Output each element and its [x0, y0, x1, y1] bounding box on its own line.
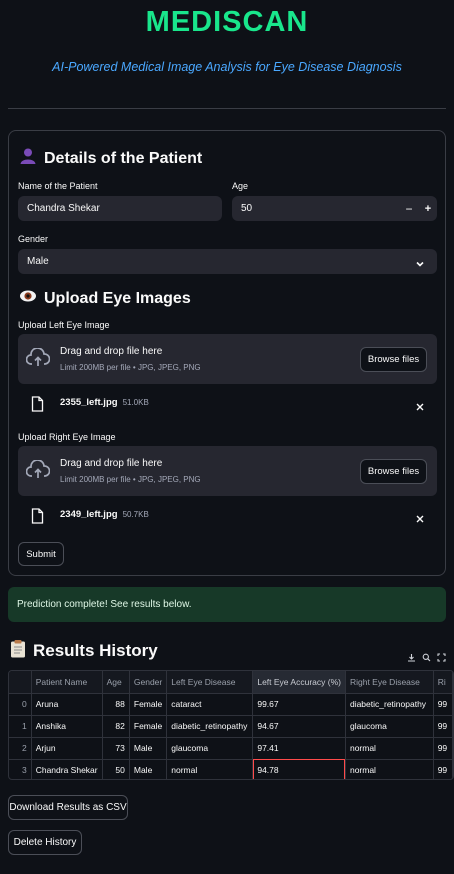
patient-details-title: Details of the Patient: [44, 149, 203, 167]
submit-button[interactable]: Submit: [18, 542, 64, 566]
column-header-index[interactable]: [9, 671, 32, 694]
table-cell[interactable]: 73: [102, 737, 130, 760]
patient-details-heading: Details of the Patient: [19, 147, 202, 170]
age-decrement-button[interactable]: −: [399, 196, 419, 221]
table-cell[interactable]: 99.67: [252, 693, 346, 716]
age-label: Age: [232, 181, 249, 191]
table-cell[interactable]: 97.41: [252, 737, 346, 760]
remove-left-file-icon[interactable]: [415, 399, 425, 417]
divider: [8, 108, 446, 109]
app-title: MEDISCAN: [145, 6, 309, 38]
left-eye-dropzone[interactable]: Drag and drop file here Limit 200MB per …: [18, 334, 437, 384]
table-cell[interactable]: normal: [345, 737, 434, 760]
left-limit-text: Limit 200MB per file • JPG, JPEG, PNG: [60, 363, 201, 372]
age-value: 50: [241, 203, 253, 214]
table-cell[interactable]: 99: [433, 693, 453, 716]
results-title: Results History: [33, 641, 158, 660]
right-eye-dropzone[interactable]: Drag and drop file here Limit 200MB per …: [18, 446, 437, 496]
person-icon: [19, 147, 37, 170]
column-header-right-eye-disease[interactable]: Right Eye Disease: [345, 671, 434, 694]
table-cell-selected[interactable]: 94.78: [252, 759, 346, 779]
table-cell[interactable]: glaucoma: [345, 715, 434, 738]
table-cell[interactable]: 2: [9, 737, 32, 760]
table-cell[interactable]: 99: [433, 759, 453, 779]
column-header-left-eye-disease[interactable]: Left Eye Disease: [166, 671, 254, 694]
right-eye-upload-label: Upload Right Eye Image: [18, 432, 116, 442]
right-browse-files-button[interactable]: Browse files: [360, 459, 427, 484]
table-cell[interactable]: 3: [9, 759, 32, 779]
name-label: Name of the Patient: [18, 181, 98, 191]
clipboard-icon: [10, 639, 26, 663]
table-cell[interactable]: Female: [129, 715, 168, 738]
app-subtitle: AI-Powered Medical Image Analysis for Ey…: [52, 60, 402, 74]
table-cell[interactable]: Male: [129, 737, 168, 760]
upload-title: Upload Eye Images: [44, 289, 191, 307]
table-cell[interactable]: Male: [129, 759, 168, 779]
table-cell[interactable]: Arjun: [31, 737, 103, 760]
table-cell[interactable]: 88: [102, 693, 130, 716]
name-input[interactable]: Chandra Shekar: [18, 196, 222, 221]
right-limit-text: Limit 200MB per file • JPG, JPEG, PNG: [60, 475, 201, 484]
table-cell[interactable]: 50: [102, 759, 130, 779]
right-uploaded-file: 2349_left.jpg 50.7KB: [60, 509, 149, 520]
chevron-down-icon: [415, 256, 425, 274]
table-cell[interactable]: Anshika: [31, 715, 103, 738]
results-heading: Results History: [10, 639, 158, 663]
table-row: 3 Chandra Shekar 50 Male normal 94.78 no…: [9, 759, 453, 779]
table-cell[interactable]: normal: [345, 759, 434, 779]
table-cell[interactable]: Chandra Shekar: [31, 759, 103, 779]
table-row: 0 Aruna 88 Female cataract 99.67 diabeti…: [9, 693, 453, 716]
left-drag-text: Drag and drop file here: [60, 346, 163, 357]
download-icon[interactable]: [407, 649, 416, 667]
upload-heading: Upload Eye Images: [19, 289, 191, 308]
table-cell[interactable]: Aruna: [31, 693, 103, 716]
column-header-left-eye-accuracy[interactable]: Left Eye Accuracy (%): [252, 671, 346, 694]
gender-label: Gender: [18, 234, 49, 244]
file-icon: [31, 396, 44, 417]
right-file-size: 50.7KB: [122, 510, 149, 519]
right-file-name: 2349_left.jpg: [60, 509, 118, 520]
file-icon: [31, 508, 44, 529]
table-cell[interactable]: Female: [129, 693, 168, 716]
left-eye-upload-label: Upload Left Eye Image: [18, 320, 110, 330]
column-header-patient-name[interactable]: Patient Name: [31, 671, 103, 694]
table-cell[interactable]: glaucoma: [166, 737, 254, 760]
table-cell[interactable]: 99: [433, 737, 453, 760]
left-file-name: 2355_left.jpg: [60, 397, 118, 408]
table-row: 2 Arjun 73 Male glaucoma 97.41 normal 99: [9, 737, 453, 760]
gender-value: Male: [27, 256, 49, 267]
fullscreen-icon[interactable]: [437, 649, 446, 667]
column-header-gender[interactable]: Gender: [129, 671, 168, 694]
table-row: 1 Anshika 82 Female diabetic_retinopathy…: [9, 715, 453, 738]
right-drag-text: Drag and drop file here: [60, 458, 163, 469]
table-toolbar: [400, 650, 448, 666]
download-csv-button[interactable]: Download Results as CSV: [8, 795, 128, 820]
column-header-right-eye-accuracy[interactable]: Ri: [433, 671, 453, 694]
cloud-upload-icon: [25, 459, 51, 485]
cloud-upload-icon: [25, 347, 51, 373]
table-cell[interactable]: 94.67: [252, 715, 346, 738]
patient-form: Details of the Patient Name of the Patie…: [8, 130, 446, 576]
age-increment-button[interactable]: +: [419, 196, 437, 221]
column-header-age[interactable]: Age: [102, 671, 130, 694]
left-file-size: 51.0KB: [122, 398, 149, 407]
eye-icon: [19, 289, 37, 308]
table-cell[interactable]: normal: [166, 759, 254, 779]
table-cell[interactable]: 0: [9, 693, 32, 716]
remove-right-file-icon[interactable]: [415, 511, 425, 529]
left-uploaded-file: 2355_left.jpg 51.0KB: [60, 397, 149, 408]
gender-select[interactable]: Male: [18, 249, 437, 274]
table-cell[interactable]: diabetic_retinopathy: [345, 693, 434, 716]
delete-history-button[interactable]: Delete History: [8, 830, 82, 855]
results-table[interactable]: Patient Name Age Gender Left Eye Disease…: [8, 670, 454, 780]
table-cell[interactable]: diabetic_retinopathy: [166, 715, 254, 738]
left-browse-files-button[interactable]: Browse files: [360, 347, 427, 372]
table-cell[interactable]: 1: [9, 715, 32, 738]
table-cell[interactable]: cataract: [166, 693, 254, 716]
table-cell[interactable]: 99: [433, 715, 453, 738]
table-cell[interactable]: 82: [102, 715, 130, 738]
success-alert: Prediction complete! See results below.: [8, 587, 446, 622]
table-header-row: Patient Name Age Gender Left Eye Disease…: [9, 671, 453, 694]
search-icon[interactable]: [422, 649, 431, 667]
